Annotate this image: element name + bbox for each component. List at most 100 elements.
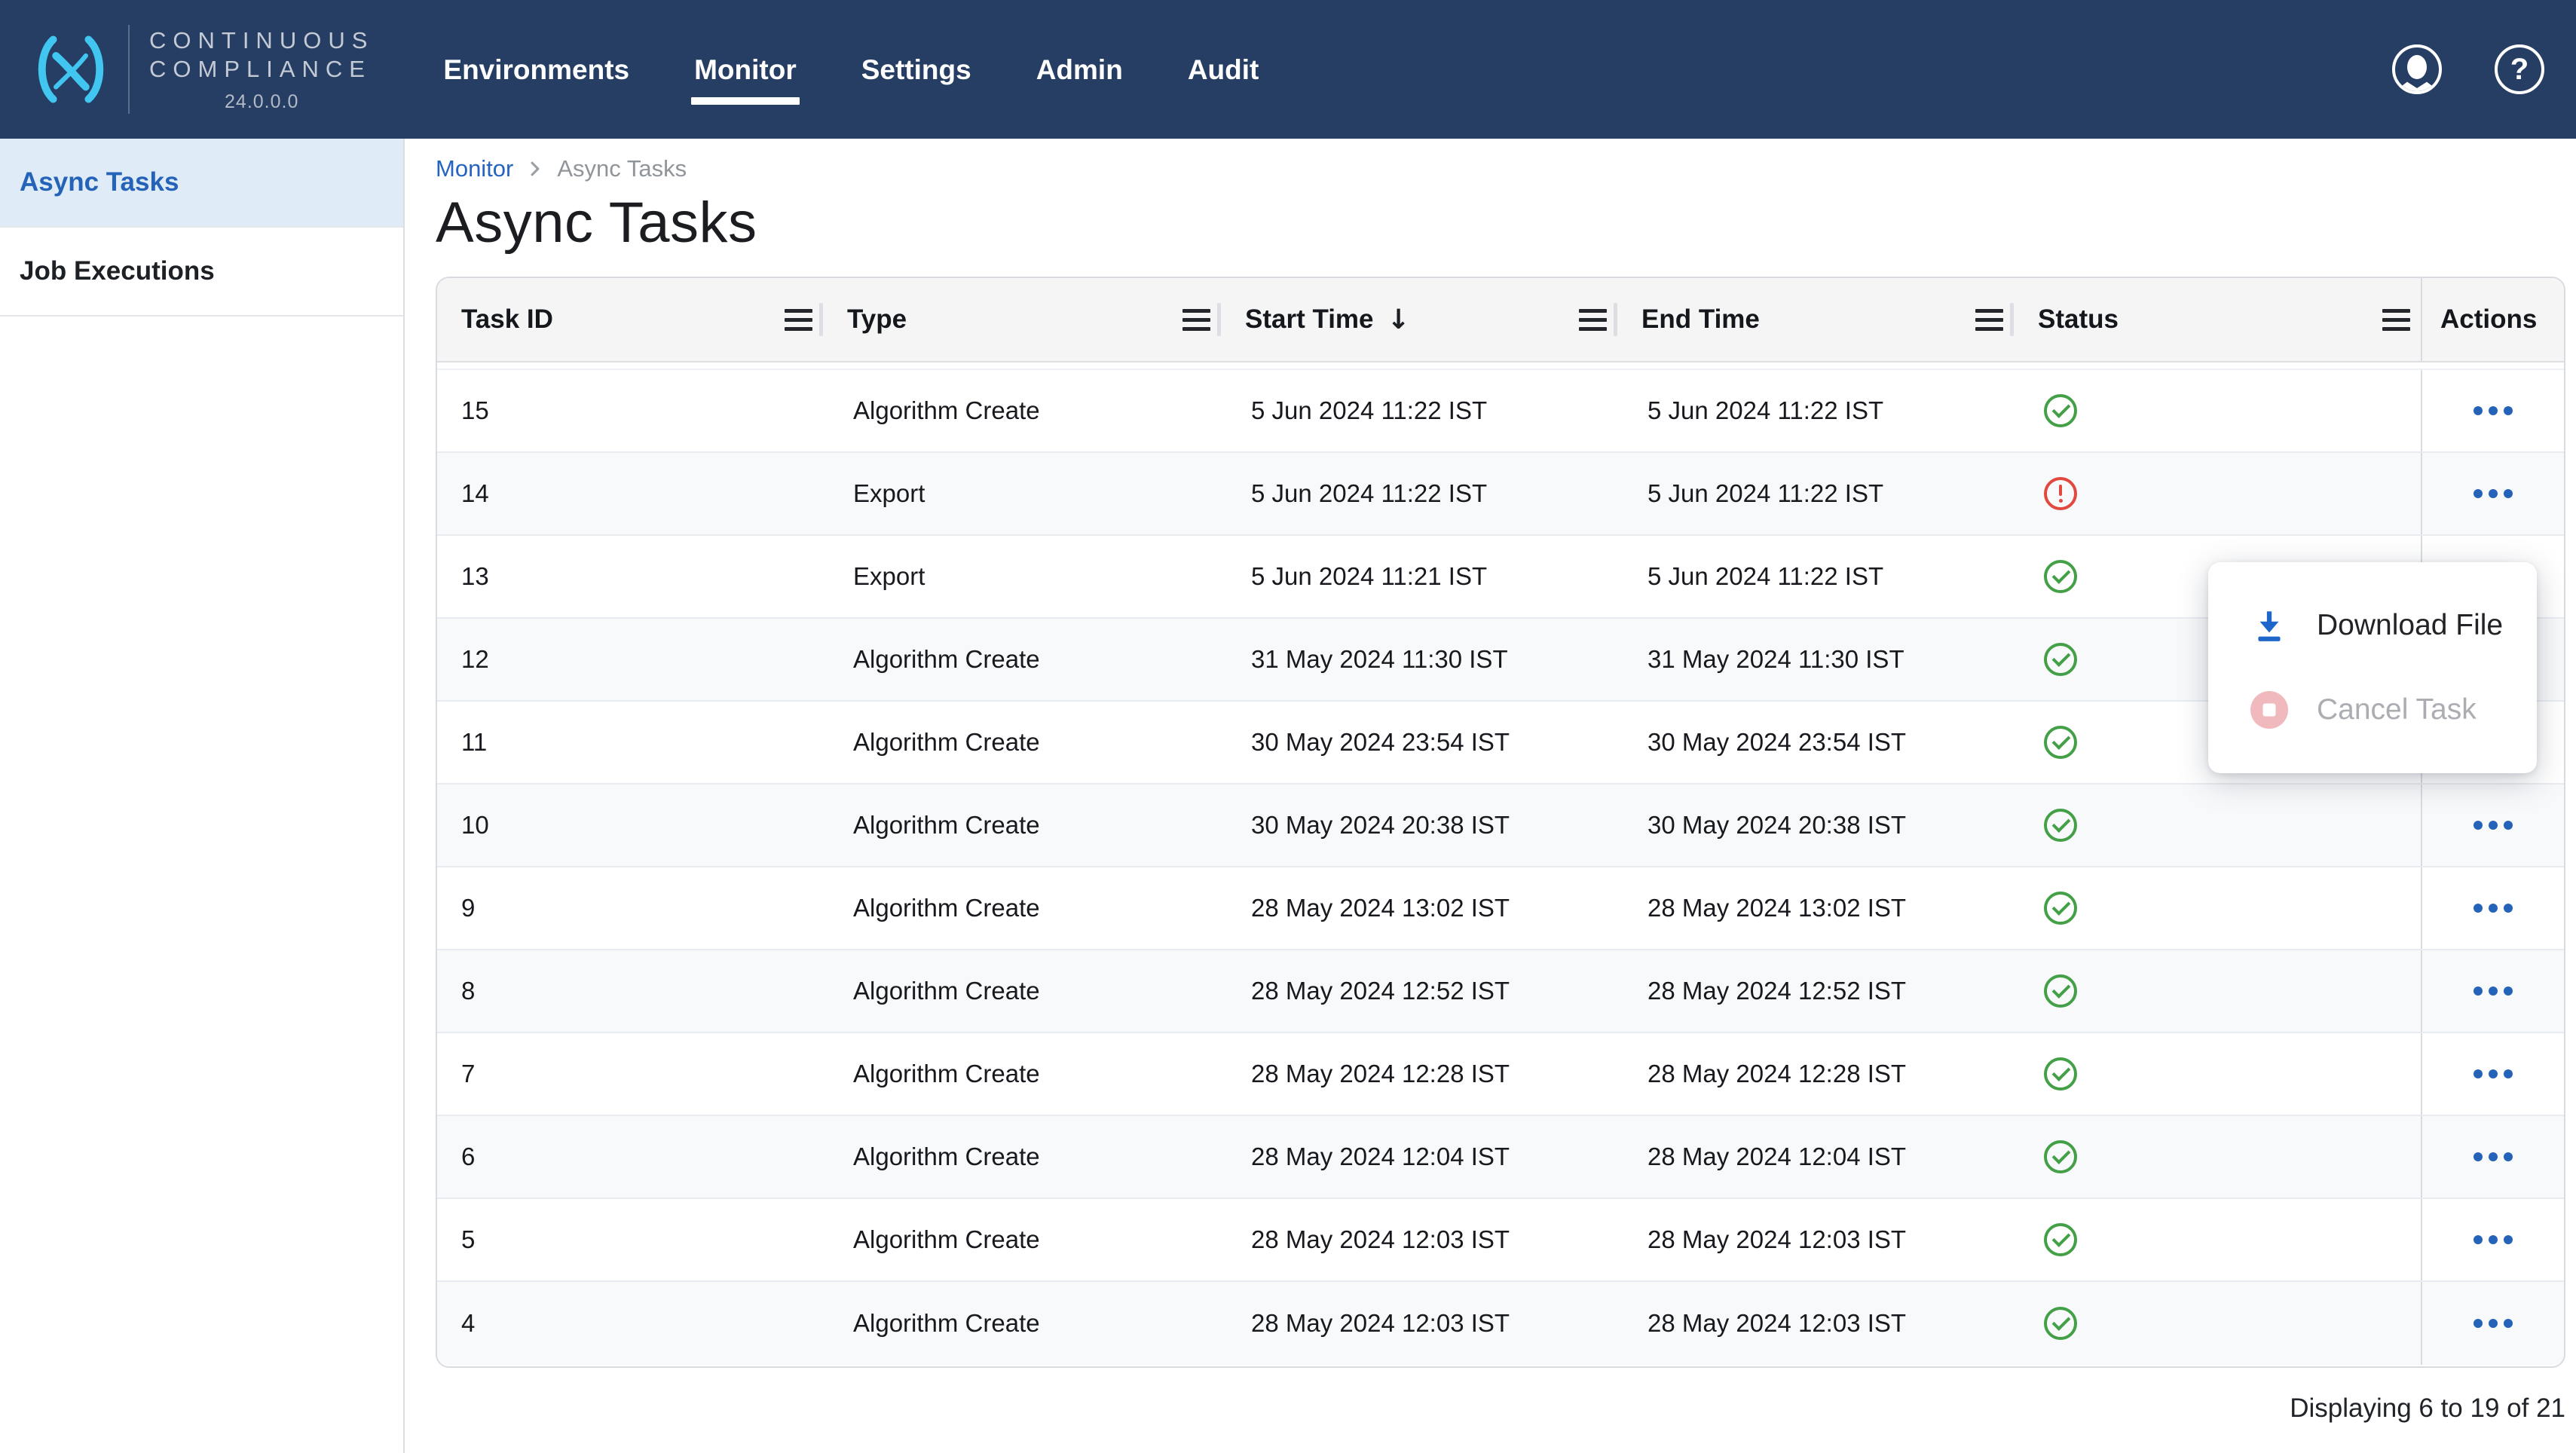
cell-actions (2421, 785, 2564, 866)
column-menu-icon[interactable] (1182, 309, 1210, 331)
cell-status (2014, 950, 2421, 1032)
help-icon[interactable]: ? (2495, 44, 2544, 94)
cell-start-time: 5 Jun 2024 11:21 IST (1221, 536, 1617, 617)
cell-start-time: 30 May 2024 23:54 IST (1221, 702, 1617, 783)
table-row: 14 Export 5 Jun 2024 11:22 IST 5 Jun 202… (437, 453, 2564, 536)
table-row: 10 Algorithm Create 30 May 2024 20:38 IS… (437, 785, 2564, 867)
sidebar-item-async-tasks[interactable]: Async Tasks (0, 139, 403, 228)
column-menu-icon[interactable] (2382, 309, 2410, 331)
cell-status (2014, 1282, 2421, 1365)
menu-item-label: Cancel Task (2317, 693, 2477, 726)
nav-item-environments[interactable]: Environments (443, 56, 629, 84)
table-row: 9 Algorithm Create 28 May 2024 13:02 IST… (437, 867, 2564, 950)
cell-task-id: 15 (437, 370, 823, 451)
cell-task-id: 10 (437, 785, 823, 866)
download-icon (2250, 607, 2288, 644)
breadcrumb-link-monitor[interactable]: Monitor (436, 155, 513, 182)
table-body: 15 Algorithm Create 5 Jun 2024 11:22 IST… (437, 370, 2564, 1365)
row-actions-button[interactable] (2474, 1069, 2513, 1078)
cell-start-time: 28 May 2024 12:03 IST (1221, 1282, 1617, 1365)
column-header-status: Status (2014, 278, 2421, 361)
status-success-icon (2044, 892, 2077, 925)
cell-type: Algorithm Create (823, 1116, 1221, 1198)
cell-task-id: 5 (437, 1199, 823, 1280)
row-actions-button[interactable] (2474, 987, 2513, 996)
column-menu-icon[interactable] (1579, 309, 1607, 331)
table-row: 8 Algorithm Create 28 May 2024 12:52 IST… (437, 950, 2564, 1033)
cell-task-id: 8 (437, 950, 823, 1032)
cell-status (2014, 1116, 2421, 1198)
cell-start-time: 5 Jun 2024 11:22 IST (1221, 453, 1617, 534)
breadcrumb-chevron-icon (525, 159, 545, 179)
cell-task-id: 7 (437, 1033, 823, 1115)
column-header-actions: Actions (2421, 278, 2564, 361)
cell-end-time: 5 Jun 2024 11:22 IST (1617, 370, 2014, 451)
status-success-icon (2044, 974, 2077, 1008)
row-actions-button[interactable] (2474, 489, 2513, 498)
cell-type: Export (823, 536, 1221, 617)
table-row: 6 Algorithm Create 28 May 2024 12:04 IST… (437, 1116, 2564, 1199)
cell-type: Algorithm Create (823, 1199, 1221, 1280)
column-label: Start Time (1245, 304, 1374, 335)
status-success-icon (2044, 1057, 2077, 1091)
row-actions-button[interactable] (2474, 1235, 2513, 1244)
cell-status (2014, 867, 2421, 949)
column-label: Task ID (461, 304, 553, 335)
logo-divider (128, 25, 130, 114)
status-success-icon (2044, 1140, 2077, 1173)
cell-end-time: 28 May 2024 12:03 IST (1617, 1282, 2014, 1365)
cell-type: Algorithm Create (823, 370, 1221, 451)
status-success-icon (2044, 726, 2077, 759)
cell-start-time: 30 May 2024 20:38 IST (1221, 785, 1617, 866)
row-actions-button[interactable] (2474, 1319, 2513, 1328)
row-actions-button[interactable] (2474, 821, 2513, 830)
cell-status (2014, 370, 2421, 451)
cell-actions (2421, 1033, 2564, 1115)
nav-item-admin[interactable]: Admin (1036, 56, 1123, 84)
cell-task-id: 14 (437, 453, 823, 534)
nav-item-audit[interactable]: Audit (1188, 56, 1259, 84)
cell-actions (2421, 867, 2564, 949)
cell-end-time: 5 Jun 2024 11:22 IST (1617, 453, 2014, 534)
cell-task-id: 9 (437, 867, 823, 949)
column-menu-icon[interactable] (785, 309, 812, 331)
breadcrumb-current: Async Tasks (557, 155, 687, 182)
column-label: Type (847, 304, 907, 335)
row-actions-button[interactable] (2474, 904, 2513, 913)
column-header-end-time: End Time (1617, 278, 2014, 361)
table-row: 7 Algorithm Create 28 May 2024 12:28 IST… (437, 1033, 2564, 1116)
cell-start-time: 28 May 2024 12:52 IST (1221, 950, 1617, 1032)
delphix-logo-icon (30, 33, 112, 106)
menu-item-download-file[interactable]: Download File (2208, 583, 2537, 668)
sidebar-item-job-executions[interactable]: Job Executions (0, 228, 403, 317)
cell-start-time: 28 May 2024 13:02 IST (1221, 867, 1617, 949)
account-icon[interactable] (2392, 44, 2442, 94)
cell-type: Export (823, 453, 1221, 534)
column-header-start-time[interactable]: Start Time ↓ (1221, 278, 1617, 361)
brand-name-line2: COMPLIANCE (149, 55, 374, 84)
table-row: 5 Algorithm Create 28 May 2024 12:03 IST… (437, 1199, 2564, 1282)
brand-logo: CONTINUOUS COMPLIANCE 24.0.0.0 (0, 0, 374, 139)
status-success-icon (2044, 809, 2077, 842)
sort-desc-icon: ↓ (1387, 304, 1410, 335)
column-label: Actions (2440, 304, 2537, 335)
cell-end-time: 28 May 2024 12:28 IST (1617, 1033, 2014, 1115)
cell-type: Algorithm Create (823, 1033, 1221, 1115)
cell-task-id: 6 (437, 1116, 823, 1198)
cell-task-id: 4 (437, 1282, 823, 1365)
menu-item-cancel-task[interactable]: Cancel Task (2208, 668, 2537, 752)
cell-actions (2421, 1282, 2564, 1365)
row-actions-button[interactable] (2474, 1152, 2513, 1161)
account-person-body (2397, 79, 2437, 94)
nav-item-monitor[interactable]: Monitor (694, 56, 797, 84)
row-actions-button[interactable] (2474, 406, 2513, 415)
version-label: 24.0.0.0 (149, 91, 374, 113)
status-error-icon (2044, 477, 2077, 510)
brand-name-line1: CONTINUOUS (149, 26, 374, 55)
cell-end-time: 31 May 2024 11:30 IST (1617, 619, 2014, 700)
cell-end-time: 30 May 2024 20:38 IST (1617, 785, 2014, 866)
table-header-row: Task ID Type Start Time ↓ End Time (437, 278, 2564, 362)
sidebar: Async Tasks Job Executions (0, 139, 405, 1453)
nav-item-settings[interactable]: Settings (861, 56, 971, 84)
column-menu-icon[interactable] (1975, 309, 2003, 331)
